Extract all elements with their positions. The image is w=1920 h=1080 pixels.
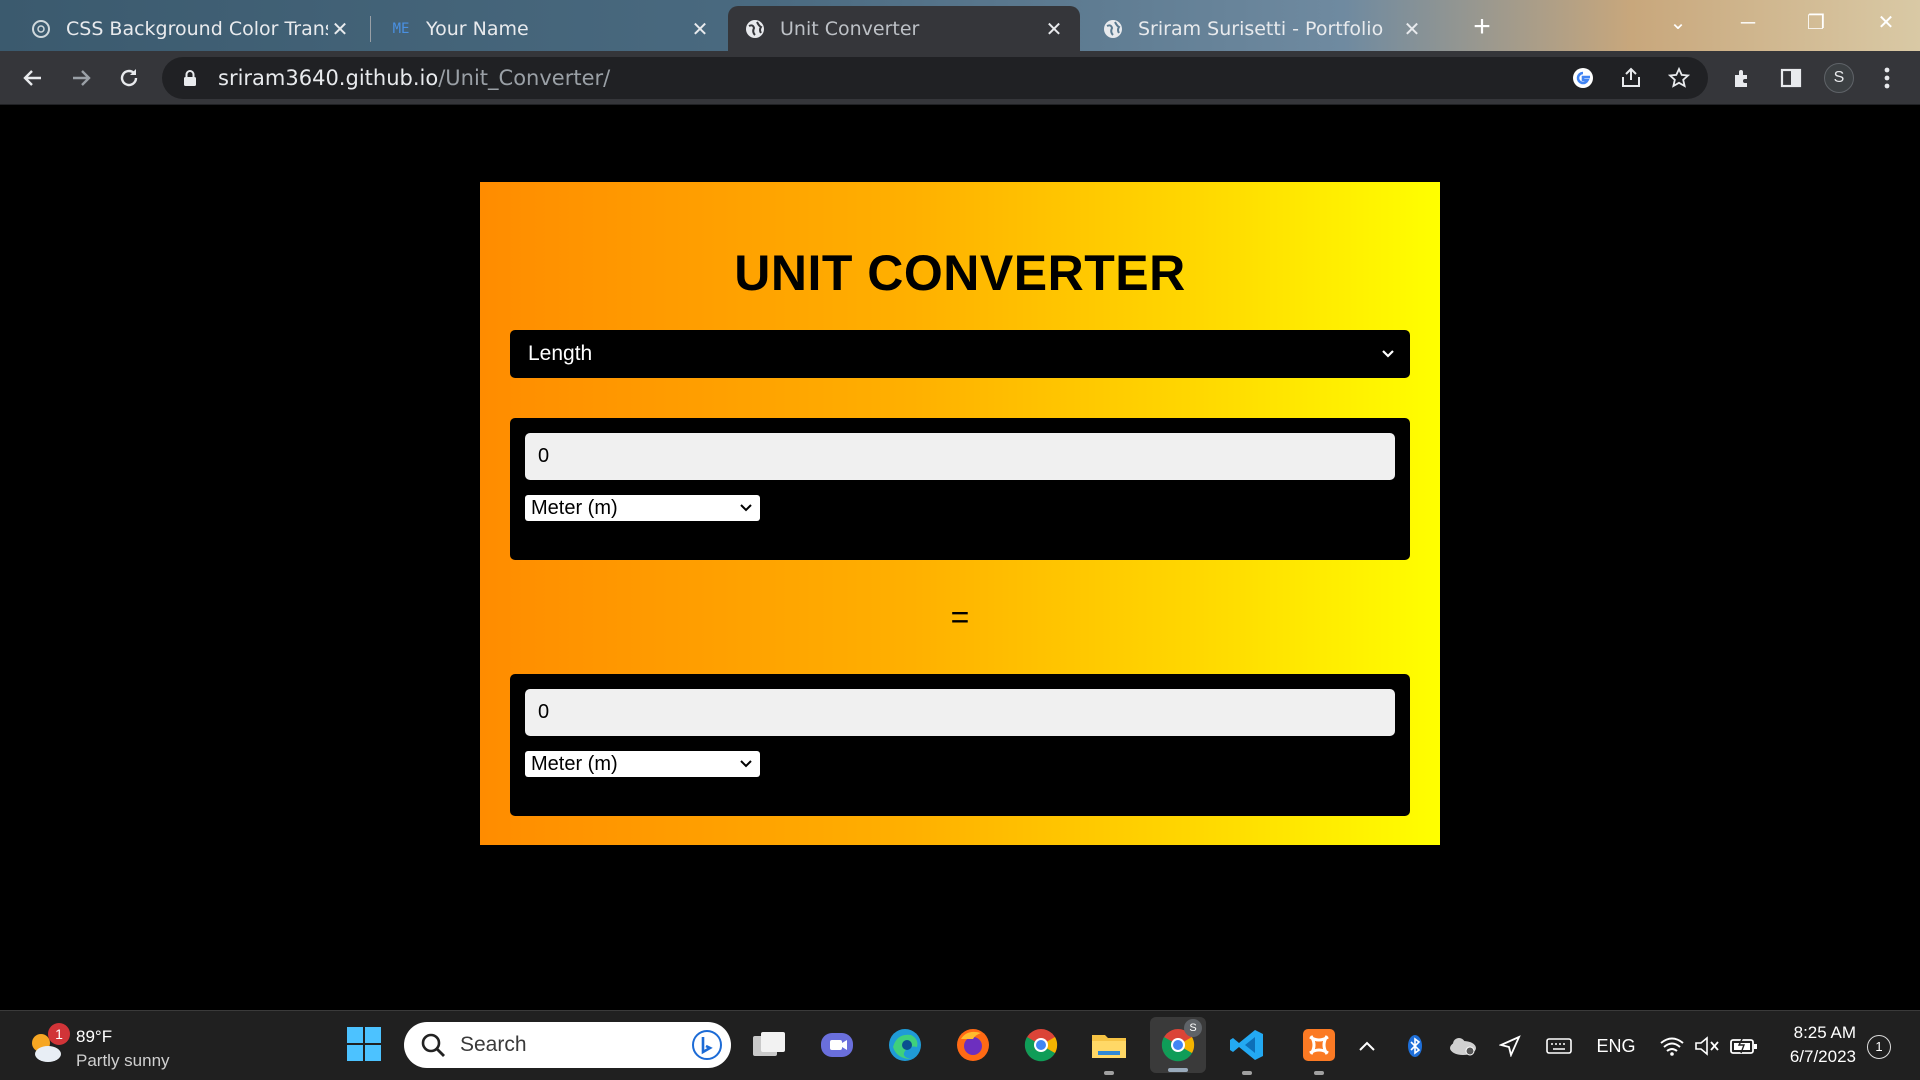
page-title: UNIT CONVERTER [734, 245, 1186, 301]
url-path: /Unit_Converter/ [438, 66, 611, 90]
running-indicator [1168, 1068, 1188, 1072]
profile-avatar[interactable]: S [1822, 61, 1856, 95]
taskbar-search-box[interactable]: Search [404, 1022, 731, 1068]
wifi-icon[interactable] [1658, 1031, 1686, 1061]
page-viewport: UNIT CONVERTER Length 0 Meter (m) = 0 Me… [0, 106, 1920, 1010]
close-icon[interactable]: ✕ [1400, 17, 1424, 41]
tab-css-background[interactable]: CSS Background Color Transition ✕ [14, 6, 366, 51]
teams-chat-icon[interactable] [816, 1024, 858, 1066]
minimize-icon[interactable]: ─ [1718, 8, 1778, 38]
side-panel-icon[interactable] [1774, 61, 1808, 95]
volume-muted-icon[interactable] [1692, 1031, 1722, 1061]
windows-start-icon[interactable] [346, 1026, 382, 1062]
keyboard-icon[interactable] [1544, 1031, 1574, 1061]
browser-toolbar: sriram3640.github.io/Unit_Converter/ S [0, 51, 1920, 105]
chevron-down-icon [740, 760, 752, 768]
to-value-input[interactable]: 0 [525, 689, 1395, 736]
onedrive-cloud-icon[interactable] [1448, 1031, 1478, 1061]
show-hidden-icons-chevron-icon[interactable] [1354, 1031, 1380, 1061]
clock-time: 8:25 AM [1793, 1023, 1856, 1042]
profile-initial: S [1824, 63, 1854, 93]
tab-title: Unit Converter [780, 17, 920, 40]
vscode-icon[interactable] [1226, 1024, 1268, 1075]
chrome-profile-app[interactable]: S [1150, 1017, 1206, 1073]
equals-sign: = [950, 599, 970, 635]
weather-widget[interactable]: 1 89°F Partly sunny [26, 1019, 196, 1073]
system-clock[interactable]: 8:25 AM 6/7/2023 [1760, 1021, 1856, 1069]
new-tab-button[interactable]: + [1466, 12, 1498, 44]
kebab-menu-icon[interactable] [1870, 61, 1904, 95]
address-bar[interactable]: sriram3640.github.io/Unit_Converter/ [162, 57, 1708, 99]
close-icon[interactable]: ✕ [328, 17, 352, 41]
bing-icon[interactable] [691, 1029, 723, 1061]
extensions-puzzle-icon[interactable] [1726, 61, 1760, 95]
edge-browser-icon[interactable] [884, 1024, 926, 1066]
globe-icon [1102, 18, 1124, 40]
file-explorer-icon[interactable] [1088, 1024, 1130, 1075]
chatgpt-icon [30, 18, 52, 40]
me-favicon-icon: ME [392, 20, 410, 37]
chrome-profile-badge: S [1184, 1019, 1202, 1037]
tab-strip: CSS Background Color Transition ✕ ME You… [0, 0, 1920, 51]
restore-icon[interactable]: ❐ [1786, 8, 1846, 38]
from-unit-box: 0 Meter (m) [510, 418, 1410, 560]
lock-icon[interactable] [180, 68, 200, 88]
chrome-icon[interactable] [1020, 1024, 1062, 1066]
running-indicator [1104, 1071, 1114, 1075]
from-value: 0 [538, 445, 550, 467]
share-icon[interactable] [1614, 61, 1648, 95]
google-lens-icon[interactable] [1566, 61, 1600, 95]
notification-count-badge[interactable]: 1 [1867, 1035, 1891, 1059]
to-unit-select[interactable]: Meter (m) [525, 751, 760, 777]
measurement-type-select[interactable]: Length [510, 330, 1410, 378]
to-unit-value: Meter (m) [531, 752, 618, 775]
running-indicator [1242, 1071, 1252, 1075]
firefox-icon[interactable] [952, 1024, 994, 1066]
tab-title: Sriram Surisetti - Portfolio [1138, 17, 1384, 40]
from-value-input[interactable]: 0 [525, 433, 1395, 480]
bookmark-star-icon[interactable] [1662, 61, 1696, 95]
task-view-icon[interactable] [748, 1024, 790, 1066]
windows-taskbar: 1 89°F Partly sunny Search S ENG 8:25 AM… [0, 1010, 1920, 1080]
bluetooth-icon[interactable] [1402, 1031, 1428, 1061]
chevron-down-icon [740, 504, 752, 512]
converter-card: UNIT CONVERTER Length 0 Meter (m) = 0 Me… [480, 182, 1440, 845]
tab-your-name[interactable]: ME Your Name ✕ [374, 6, 726, 51]
battery-charging-icon[interactable] [1728, 1031, 1760, 1061]
globe-icon [744, 18, 766, 40]
weather-temperature: 89°F [76, 1027, 113, 1046]
from-unit-value: Meter (m) [531, 496, 618, 519]
from-unit-select[interactable]: Meter (m) [525, 495, 760, 521]
reload-icon[interactable] [112, 61, 146, 95]
location-arrow-icon[interactable] [1496, 1031, 1524, 1061]
to-unit-box: 0 Meter (m) [510, 674, 1410, 816]
clock-date: 6/7/2023 [1789, 1047, 1856, 1066]
forward-arrow-icon[interactable] [64, 61, 98, 95]
tab-title: Your Name [426, 17, 529, 40]
search-placeholder: Search [460, 1033, 527, 1056]
weather-badge: 1 [48, 1023, 70, 1045]
measurement-type-value: Length [528, 342, 593, 365]
chevron-down-icon [1382, 350, 1394, 358]
url-host: sriram3640.github.io [218, 66, 439, 90]
tab-portfolio[interactable]: Sriram Surisetti - Portfolio ✕ [1086, 6, 1438, 51]
close-icon[interactable]: ✕ [688, 17, 712, 41]
search-icon [421, 1033, 445, 1057]
language-indicator[interactable]: ENG [1594, 1031, 1638, 1061]
to-value: 0 [538, 701, 550, 723]
xampp-icon[interactable] [1298, 1024, 1340, 1075]
weather-condition: Partly sunny [76, 1051, 170, 1070]
tab-separator [370, 16, 371, 42]
close-icon[interactable]: ✕ [1042, 17, 1066, 41]
tab-title: CSS Background Color Transition [66, 17, 328, 40]
tab-search-chevron-icon[interactable]: ⌄ [1648, 8, 1708, 38]
running-indicator [1314, 1071, 1324, 1075]
back-arrow-icon[interactable] [16, 61, 50, 95]
window-close-icon[interactable]: ✕ [1856, 8, 1916, 38]
tab-unit-converter[interactable]: Unit Converter ✕ [728, 6, 1080, 51]
